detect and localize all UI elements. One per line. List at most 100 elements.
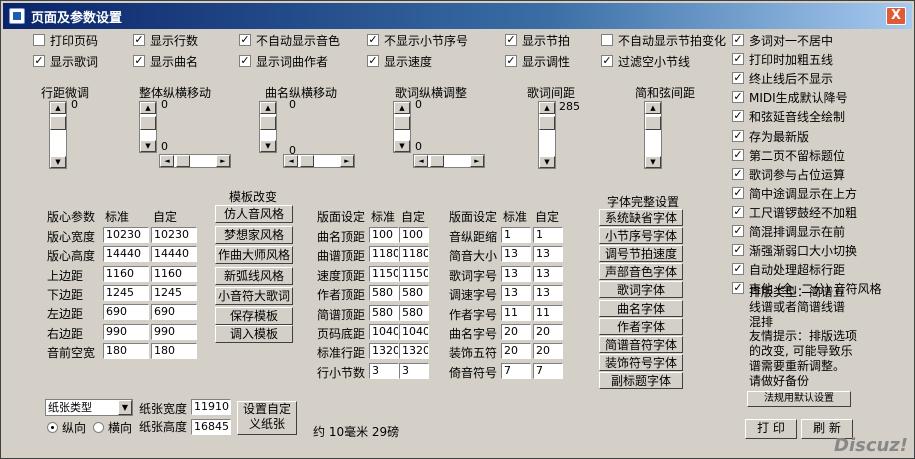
page-table2-field[interactable]: 13 <box>533 246 563 263</box>
font-button[interactable]: 歌词字体 <box>599 281 683 299</box>
template-button[interactable]: 保存模板 <box>215 307 293 325</box>
checkbox-icon[interactable]: ✓ <box>732 34 744 46</box>
font-button[interactable]: 装饰符号字体 <box>599 353 683 371</box>
layout-table-field[interactable]: 1160 <box>151 265 197 282</box>
page-table-header: 版面设定 <box>317 210 366 224</box>
close-button[interactable]: X <box>886 7 906 25</box>
checkbox-icon[interactable] <box>33 34 45 46</box>
page-table-field[interactable]: 580 <box>399 285 429 302</box>
font-button[interactable]: 系统缺省字体 <box>599 209 683 226</box>
font-button[interactable]: 曲名字体 <box>599 299 683 317</box>
checkbox-icon[interactable]: ✓ <box>133 34 145 46</box>
template-button[interactable]: 梦想家风格 <box>215 225 293 244</box>
layout-table-field[interactable]: 1245 <box>151 284 197 301</box>
checkbox-icon[interactable]: ✓ <box>732 282 744 295</box>
page-table-row-label: 行小节数 <box>317 365 366 380</box>
page-table2-field[interactable]: 7 <box>533 362 563 379</box>
layout-table-field[interactable]: 14440 <box>151 246 197 263</box>
font-button[interactable]: 作者字体 <box>599 317 683 335</box>
page-table2-field[interactable]: 13 <box>533 265 563 282</box>
watermark: Discuz! <box>834 435 908 456</box>
layout-table-field: 1160 <box>103 265 149 282</box>
checkbox-icon[interactable]: ✓ <box>732 110 744 123</box>
checkbox-icon[interactable]: ✓ <box>367 55 379 67</box>
template-button[interactable]: 小音符大歌词 <box>215 287 293 305</box>
checkbox-icon[interactable] <box>601 34 613 46</box>
chord-spacing-scroll[interactable]: ▲ ▼ <box>644 101 662 169</box>
lyric-spacing-value: 285 <box>559 100 580 113</box>
checkbox-icon[interactable]: ✓ <box>732 205 744 218</box>
paper-width-field[interactable]: 11910 <box>191 399 231 415</box>
layout-table-field[interactable]: 180 <box>151 342 197 359</box>
title-hscroll[interactable]: ◄ ► <box>283 154 355 168</box>
overall-vscroll[interactable]: ▲ ▼ <box>139 101 157 153</box>
checkbox-icon[interactable]: ✓ <box>732 244 744 257</box>
checkbox-icon[interactable]: ✓ <box>732 225 744 237</box>
page-table2-field[interactable]: 20 <box>533 343 563 360</box>
checkbox-icon[interactable]: ✓ <box>33 55 45 67</box>
checkbox-icon[interactable]: ✓ <box>732 167 744 180</box>
page-table-field[interactable]: 1040 <box>399 324 429 340</box>
template-button[interactable]: 作曲大师风格 <box>215 246 293 264</box>
paper-type-select[interactable]: 纸张类型 ▼ <box>45 399 133 416</box>
layout-table-field[interactable]: 690 <box>151 304 197 321</box>
checkbox-icon[interactable]: ✓ <box>732 53 744 66</box>
page-table-field[interactable]: 1180 <box>399 246 429 263</box>
chevron-down-icon[interactable]: ▼ <box>118 400 132 415</box>
overall-h-value: 0 <box>161 140 168 153</box>
checkbox-label: 显示歌词 <box>50 55 99 69</box>
checkbox-icon[interactable]: ✓ <box>732 186 744 199</box>
page-table2-field[interactable]: 11 <box>533 304 563 321</box>
settings-dialog: 页面及参数设置 X 打印页码 ✓ 显示行数 ✓ 不自动显示音色 ✓ 不显示小节序号 ✓ 显示节拍… <box>0 0 915 459</box>
font-button[interactable]: 简谱音符字体 <box>599 335 683 353</box>
page-table2-field[interactable]: 13 <box>533 285 563 302</box>
checkbox-icon[interactable]: ✓ <box>239 55 251 67</box>
layout-table-field[interactable]: 990 <box>151 323 197 340</box>
landscape-radio[interactable] <box>93 422 104 433</box>
print-button[interactable]: 打 印 <box>745 419 797 439</box>
page-table-field[interactable]: 3 <box>399 362 429 379</box>
template-button[interactable]: 仿人音风格 <box>215 205 293 223</box>
page-table-field[interactable]: 1320 <box>399 343 429 360</box>
template-button[interactable]: 新弧线风格 <box>215 266 293 285</box>
lyric-hscroll[interactable]: ◄ ► <box>413 154 485 168</box>
page-table2-field[interactable]: 20 <box>533 324 563 340</box>
paper-height-field[interactable]: 16845 <box>191 419 231 435</box>
template-button[interactable]: 调入模板 <box>215 325 293 343</box>
line-spacing-scroll[interactable]: ▲ ▼ <box>49 101 67 169</box>
checkbox-icon[interactable]: ✓ <box>732 263 744 276</box>
page-table2-field[interactable]: 1 <box>533 227 563 243</box>
page-table2-header: 自定 <box>535 210 560 224</box>
checkbox-icon[interactable]: ✓ <box>505 55 517 67</box>
checkbox-icon[interactable]: ✓ <box>732 91 744 104</box>
checkbox-icon[interactable]: ✓ <box>732 72 744 85</box>
title-vscroll[interactable]: ▲ ▼ <box>259 101 277 153</box>
checkbox-icon[interactable]: ✓ <box>505 34 517 46</box>
paper-height-label: 纸张高度 <box>139 420 188 434</box>
checkbox-label: 存为最新版 <box>749 129 810 144</box>
page-table-header: 自定 <box>401 210 426 224</box>
checkbox-icon[interactable]: ✓ <box>367 34 379 46</box>
overall-hscroll[interactable]: ◄ ► <box>159 154 231 168</box>
font-button[interactable]: 小节序号字体 <box>599 227 683 245</box>
page-table-field: 100 <box>369 227 399 243</box>
layout-table-row-label: 左边距 <box>47 307 84 322</box>
page-table-field[interactable]: 100 <box>399 227 429 243</box>
checkbox-icon[interactable]: ✓ <box>239 34 251 46</box>
lyric-spacing-scroll[interactable]: ▲ ▼ <box>538 101 556 169</box>
page-table-field[interactable]: 580 <box>399 304 429 321</box>
font-button[interactable]: 声部音色字体 <box>599 263 683 281</box>
checkbox-icon[interactable]: ✓ <box>732 148 744 161</box>
reset-default-button[interactable]: 法规用默认设置 <box>747 391 851 407</box>
layout-table-field[interactable]: 10230 <box>151 227 197 243</box>
page-table2-header: 标准 <box>503 210 528 224</box>
checkbox-icon[interactable]: ✓ <box>601 55 613 67</box>
font-button[interactable]: 副标题字体 <box>599 371 683 389</box>
page-table-field[interactable]: 1150 <box>399 265 429 282</box>
lyric-vscroll[interactable]: ▲ ▼ <box>393 101 411 153</box>
font-button[interactable]: 调号节拍速度 <box>599 245 683 263</box>
portrait-radio[interactable] <box>47 422 58 433</box>
checkbox-icon[interactable]: ✓ <box>133 55 145 67</box>
custom-paper-button[interactable]: 设置自定 义纸张 <box>237 401 297 435</box>
checkbox-icon[interactable]: ✓ <box>732 129 744 142</box>
